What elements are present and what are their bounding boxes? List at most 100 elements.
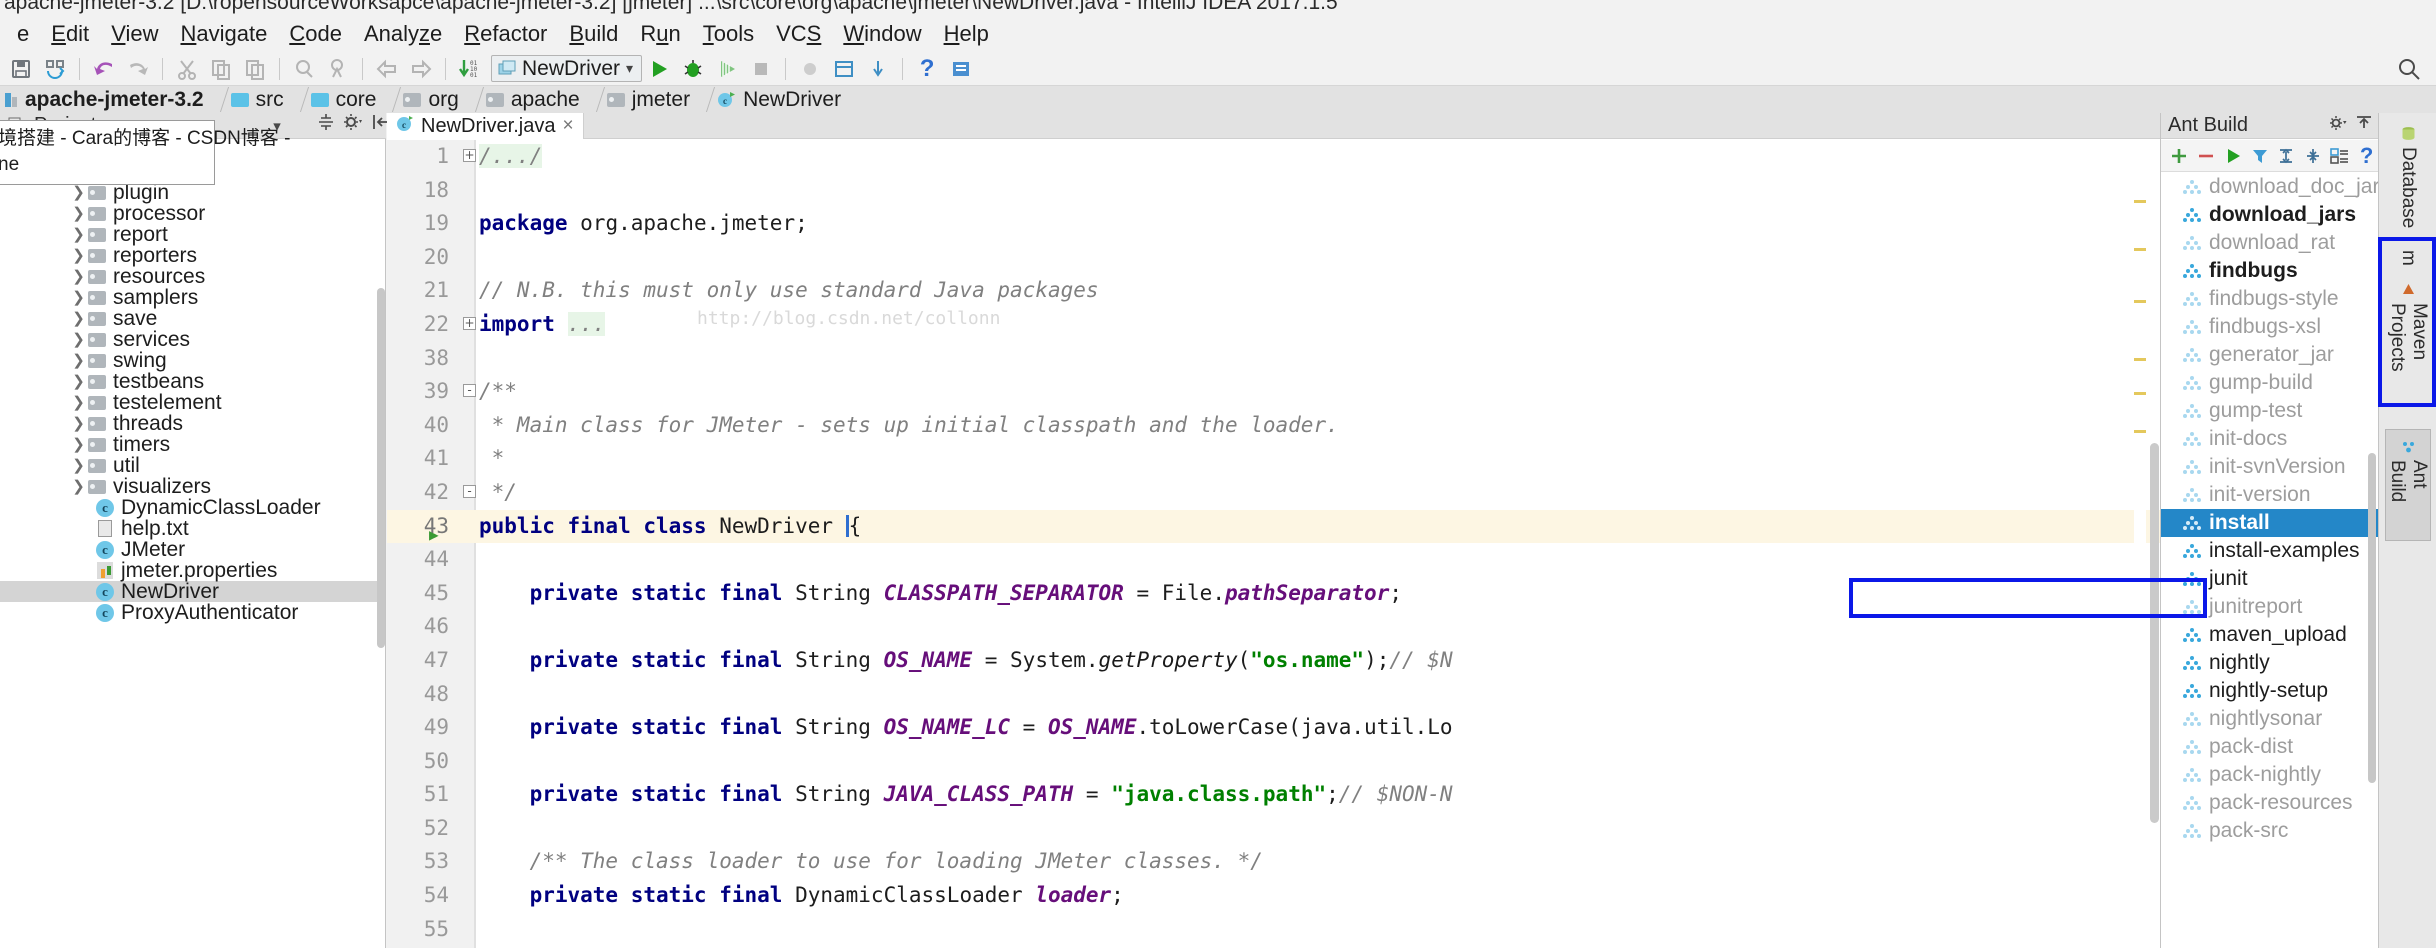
menu-item-refactor[interactable]: Refactor xyxy=(453,18,558,50)
properties-icon[interactable] xyxy=(2328,143,2353,169)
code-line-54[interactable]: 54 private static final DynamicClassLoad… xyxy=(387,879,2160,913)
tree-item-save[interactable]: ❯ save xyxy=(0,307,378,330)
code-line-42[interactable]: 42- */ xyxy=(387,476,2160,510)
chevron-right-icon[interactable]: ❯ xyxy=(70,416,87,431)
stripe-button-database[interactable]: Database xyxy=(2385,117,2431,233)
gear-icon[interactable] xyxy=(2329,114,2347,137)
code-line-44[interactable]: 44 xyxy=(387,543,2160,577)
breadcrumb-item-newdriver[interactable]: c NewDriver xyxy=(711,86,849,113)
chevron-right-icon[interactable]: ❯ xyxy=(70,290,87,305)
editor-scrollbar[interactable] xyxy=(2150,443,2159,823)
tree-item-dynamicclassloader[interactable]: c DynamicClassLoader xyxy=(0,496,378,519)
fold-toggle-icon[interactable]: + xyxy=(463,316,476,330)
run-icon[interactable] xyxy=(2221,143,2246,169)
ant-target-nightlysonar[interactable]: nightlysonar xyxy=(2161,705,2379,733)
code-line-38[interactable]: 38 xyxy=(387,342,2160,376)
menu-item-run[interactable]: Run xyxy=(629,18,691,50)
menu-item-vcs[interactable]: VCS xyxy=(765,18,832,50)
hide-icon[interactable] xyxy=(2355,114,2372,137)
editor-marker-lane[interactable] xyxy=(2134,140,2146,948)
ant-target-download-doc-jars[interactable]: download_doc_jars xyxy=(2161,173,2379,201)
ant-target-maven-upload[interactable]: maven_upload xyxy=(2161,621,2379,649)
code-line-18[interactable]: 18 xyxy=(387,174,2160,208)
tree-item-proxyauthenticator[interactable]: c ProxyAuthenticator xyxy=(0,601,378,624)
code-line-50[interactable]: 50 xyxy=(387,745,2160,779)
app-icon[interactable] xyxy=(944,54,978,84)
code-line-22[interactable]: 22 + import ... xyxy=(387,308,2160,342)
menu-item-analyze[interactable]: Analyze xyxy=(353,18,453,50)
tree-item-jmeter[interactable]: c JMeter xyxy=(0,538,378,561)
find-icon[interactable] xyxy=(287,54,321,84)
copy-icon[interactable] xyxy=(204,54,238,84)
collapse-all-icon[interactable] xyxy=(2301,143,2326,169)
chevron-right-icon[interactable]: ❯ xyxy=(70,395,87,410)
menu-item-navigate[interactable]: Navigate xyxy=(169,18,278,50)
ant-target-findbugs-style[interactable]: findbugs-style xyxy=(2161,285,2379,313)
back-icon[interactable] xyxy=(370,54,404,84)
menu-item-file[interactable]: e xyxy=(6,18,40,50)
code-line-39[interactable]: 39-/** xyxy=(387,375,2160,409)
code-line-47[interactable]: 47 private static final String OS_NAME =… xyxy=(387,644,2160,678)
menu-item-tools[interactable]: Tools xyxy=(692,18,765,50)
menu-item-help[interactable]: Help xyxy=(933,18,1000,50)
ant-target-findbugs[interactable]: findbugs xyxy=(2161,257,2379,285)
forward-icon[interactable] xyxy=(404,54,438,84)
toggle-breakpoints-icon[interactable] xyxy=(793,54,827,84)
ant-target-init-version[interactable]: init-version xyxy=(2161,481,2379,509)
fold-toggle-icon[interactable]: - xyxy=(463,384,476,398)
chevron-right-icon[interactable]: ❯ xyxy=(70,206,87,221)
tree-item-services[interactable]: ❯ services xyxy=(0,328,378,351)
run-button[interactable] xyxy=(642,54,676,84)
help-button[interactable]: ? xyxy=(910,54,944,84)
ant-target-findbugs-xsl[interactable]: findbugs-xsl xyxy=(2161,313,2379,341)
tree-item-resources[interactable]: ❯ resources xyxy=(0,265,378,288)
breadcrumb-item-src[interactable]: src xyxy=(225,86,292,113)
redo-icon[interactable] xyxy=(121,54,155,84)
editor-tab-newdriver[interactable]: c NewDriver.java × xyxy=(387,113,584,139)
chevron-right-icon[interactable]: ❯ xyxy=(70,311,87,326)
stripe-button-m[interactable]: m xyxy=(2385,241,2431,271)
ant-target-pack-nightly[interactable]: pack-nightly xyxy=(2161,761,2379,789)
ant-target-junit[interactable]: junit xyxy=(2161,565,2379,593)
stripe-button-maven-projects[interactable]: Maven Projects xyxy=(2385,273,2431,421)
menu-item-build[interactable]: Build xyxy=(558,18,629,50)
code-line-55[interactable]: 55 xyxy=(387,913,2160,947)
code-line-45[interactable]: 45 private static final String CLASSPATH… xyxy=(387,577,2160,611)
tree-item-samplers[interactable]: ❯ samplers xyxy=(0,286,378,309)
debug-button[interactable] xyxy=(676,54,710,84)
expand-all-icon[interactable] xyxy=(2274,143,2299,169)
ant-target-pack-src[interactable]: pack-src xyxy=(2161,817,2379,845)
code-line-53[interactable]: 53 /** The class loader to use for loadi… xyxy=(387,845,2160,879)
close-icon[interactable]: × xyxy=(562,115,573,137)
tree-item-jmeter-properties[interactable]: jmeter.properties xyxy=(0,559,378,582)
breadcrumb-item-apache-jmeter-3-2[interactable]: apache-jmeter-3.2 xyxy=(0,86,212,113)
chevron-right-icon[interactable]: ❯ xyxy=(70,479,87,494)
ant-target-nightly-setup[interactable]: nightly-setup xyxy=(2161,677,2379,705)
cut-icon[interactable] xyxy=(170,54,204,84)
ant-target-download-rat[interactable]: download_rat xyxy=(2161,229,2379,257)
code-line-48[interactable]: 48 xyxy=(387,678,2160,712)
run-with-coverage-button[interactable] xyxy=(710,54,744,84)
update-project-icon[interactable] xyxy=(827,54,861,84)
code-line-51[interactable]: 51 private static final String JAVA_CLAS… xyxy=(387,778,2160,812)
run-configuration-selector[interactable]: NewDriver ▾ xyxy=(491,55,643,82)
breadcrumb-item-org[interactable]: org xyxy=(397,86,466,113)
code-content[interactable]: 1 +/.../18 19 package org.apache.jmeter; 20 2… xyxy=(387,140,2160,948)
code-line-40[interactable]: 40 * Main class for JMeter - sets up ini… xyxy=(387,409,2160,443)
ant-target-gump-test[interactable]: gump-test xyxy=(2161,397,2379,425)
tree-item-newdriver[interactable]: c NewDriver xyxy=(0,580,378,603)
fold-toggle-icon[interactable]: - xyxy=(463,484,476,498)
code-line-46[interactable]: 46 xyxy=(387,610,2160,644)
undo-icon[interactable] xyxy=(87,54,121,84)
tree-item-threads[interactable]: ❯ threads xyxy=(0,412,378,435)
settings-icon[interactable] xyxy=(343,113,363,137)
breadcrumb-item-core[interactable]: core xyxy=(305,86,385,113)
commit-changes-icon[interactable] xyxy=(861,54,895,84)
tree-item-util[interactable]: ❯ util xyxy=(0,454,378,477)
code-line-19[interactable]: 19 package org.apache.jmeter; xyxy=(387,207,2160,241)
replace-icon[interactable] xyxy=(321,54,355,84)
chevron-right-icon[interactable]: ❯ xyxy=(70,353,87,368)
code-line-1[interactable]: 1 +/.../ xyxy=(387,140,2160,174)
tree-item-reporters[interactable]: ❯ reporters xyxy=(0,244,378,267)
ant-target-pack-dist[interactable]: pack-dist xyxy=(2161,733,2379,761)
